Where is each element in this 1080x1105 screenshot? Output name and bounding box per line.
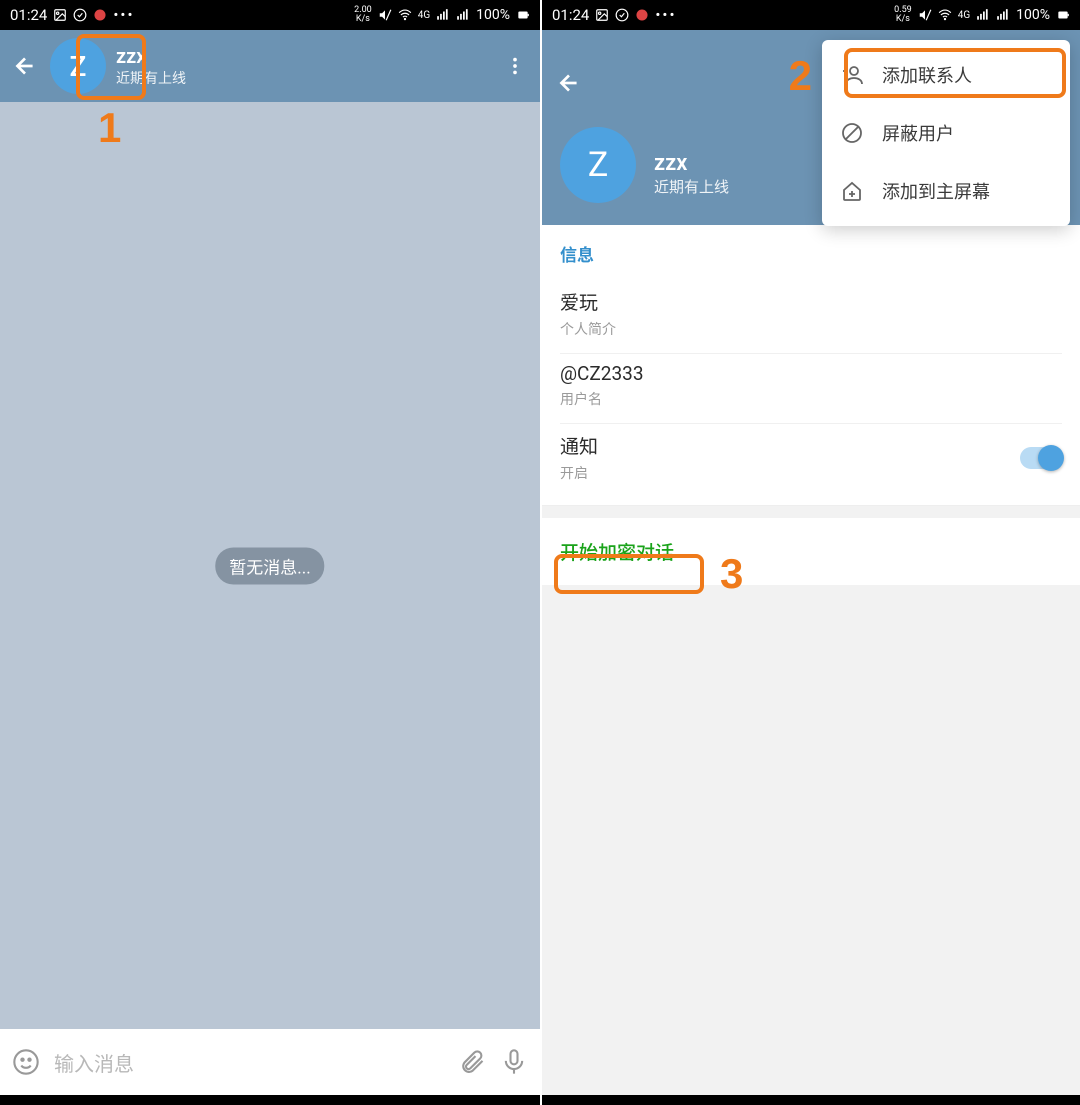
chat-background: 暂无消息...	[0, 102, 540, 1029]
image-icon	[595, 8, 609, 22]
mute-icon	[918, 8, 932, 22]
info-section: 信息 爱玩 个人简介 @CZ2333 用户名 通知 开启	[542, 225, 1080, 506]
username-row[interactable]: @CZ2333 用户名	[560, 354, 1062, 424]
signal-icon-2	[456, 8, 470, 22]
chat-app-bar: Z zzx 近期有上线	[0, 30, 540, 102]
block-icon	[840, 121, 864, 145]
start-secret-chat[interactable]: 开始加密对话	[542, 518, 1080, 585]
chat-avatar[interactable]: Z	[50, 38, 106, 94]
warn-icon	[93, 8, 107, 22]
notif-title: 通知	[560, 432, 1020, 459]
section-title-info: 信息	[560, 241, 1062, 266]
profile-name-block: zzx 近期有上线	[654, 151, 729, 197]
signal-icon	[976, 8, 990, 22]
status-netspeed: 2.00K/s	[354, 6, 372, 24]
annotation-number-3: 3	[720, 550, 743, 598]
warn-icon	[635, 8, 649, 22]
status-overflow-icon: •••	[113, 6, 134, 24]
menu-add-home[interactable]: 添加到主屏幕	[822, 162, 1070, 220]
wifi-icon	[938, 8, 952, 22]
chat-title: zzx	[116, 44, 186, 68]
notifications-row[interactable]: 通知 开启	[560, 424, 1062, 497]
status-time: 01:24	[552, 6, 589, 24]
empty-area	[542, 585, 1080, 1105]
image-icon	[53, 8, 67, 22]
bio-value: 爱玩	[560, 288, 1062, 315]
profile-name: zzx	[654, 151, 729, 176]
wifi-icon	[398, 8, 412, 22]
status-battery-pct: 100%	[476, 7, 510, 23]
status-4g: 4G	[418, 10, 430, 21]
home-plus-icon	[840, 179, 864, 203]
bio-row[interactable]: 爱玩 个人简介	[560, 280, 1062, 354]
emoji-icon[interactable]	[12, 1048, 40, 1076]
android-nav-strip	[0, 1095, 540, 1105]
battery-icon	[516, 8, 530, 22]
status-bar: 01:24 ••• 0.59K/s 4G 100%	[542, 0, 1080, 30]
status-netspeed: 0.59K/s	[894, 6, 912, 24]
mute-icon	[378, 8, 392, 22]
screenshot-right: 01:24 ••• 0.59K/s 4G 100% Z zzx	[540, 0, 1080, 1105]
android-nav-strip	[542, 1095, 1080, 1105]
check-icon	[73, 8, 87, 22]
message-input[interactable]: 输入消息	[54, 1048, 444, 1077]
username-label: 用户名	[560, 389, 1062, 409]
screenshot-left: 01:24 ••• 2.00K/s 4G 100% Z zzx	[0, 0, 540, 1105]
bio-label: 个人简介	[560, 319, 1062, 339]
profile-avatar[interactable]: Z	[560, 127, 636, 203]
avatar-letter: Z	[70, 50, 87, 83]
annotation-number-2: 2	[789, 52, 812, 100]
mic-icon[interactable]	[500, 1048, 528, 1076]
arrow-left-icon	[556, 70, 582, 96]
menu-item-label: 添加到主屏幕	[882, 178, 990, 204]
chat-empty-bubble: 暂无消息...	[215, 547, 324, 584]
menu-add-contact[interactable]: 添加联系人	[822, 46, 1070, 104]
arrow-left-icon	[12, 53, 38, 79]
menu-item-label: 添加联系人	[882, 62, 972, 88]
status-time: 01:24	[10, 6, 47, 24]
status-bar: 01:24 ••• 2.00K/s 4G 100%	[0, 0, 540, 30]
more-vert-icon	[504, 55, 526, 77]
username-value: @CZ2333	[560, 362, 1062, 385]
annotation-number-1: 1	[98, 104, 121, 152]
battery-icon	[1056, 8, 1070, 22]
status-4g: 4G	[958, 10, 970, 21]
overflow-menu: 添加联系人 屏蔽用户 添加到主屏幕	[822, 40, 1070, 226]
check-icon	[615, 8, 629, 22]
profile-status: 近期有上线	[654, 176, 729, 197]
signal-icon-2	[996, 8, 1010, 22]
notifications-toggle[interactable]	[1020, 447, 1062, 469]
signal-icon	[436, 8, 450, 22]
actions-section: 开始加密对话	[542, 518, 1080, 585]
menu-item-label: 屏蔽用户	[882, 120, 954, 146]
chat-title-block[interactable]: zzx 近期有上线	[116, 44, 186, 88]
back-button[interactable]	[556, 70, 582, 100]
chat-subtitle: 近期有上线	[116, 68, 186, 88]
message-input-bar: 输入消息	[0, 1029, 540, 1095]
status-battery-pct: 100%	[1016, 7, 1050, 23]
add-user-icon	[840, 63, 864, 87]
notif-state: 开启	[560, 463, 1020, 483]
more-button[interactable]	[500, 55, 530, 77]
menu-block-user[interactable]: 屏蔽用户	[822, 104, 1070, 162]
status-overflow-icon: •••	[655, 6, 676, 24]
avatar-letter: Z	[588, 145, 608, 185]
attach-icon[interactable]	[458, 1048, 486, 1076]
back-button[interactable]	[10, 53, 40, 79]
